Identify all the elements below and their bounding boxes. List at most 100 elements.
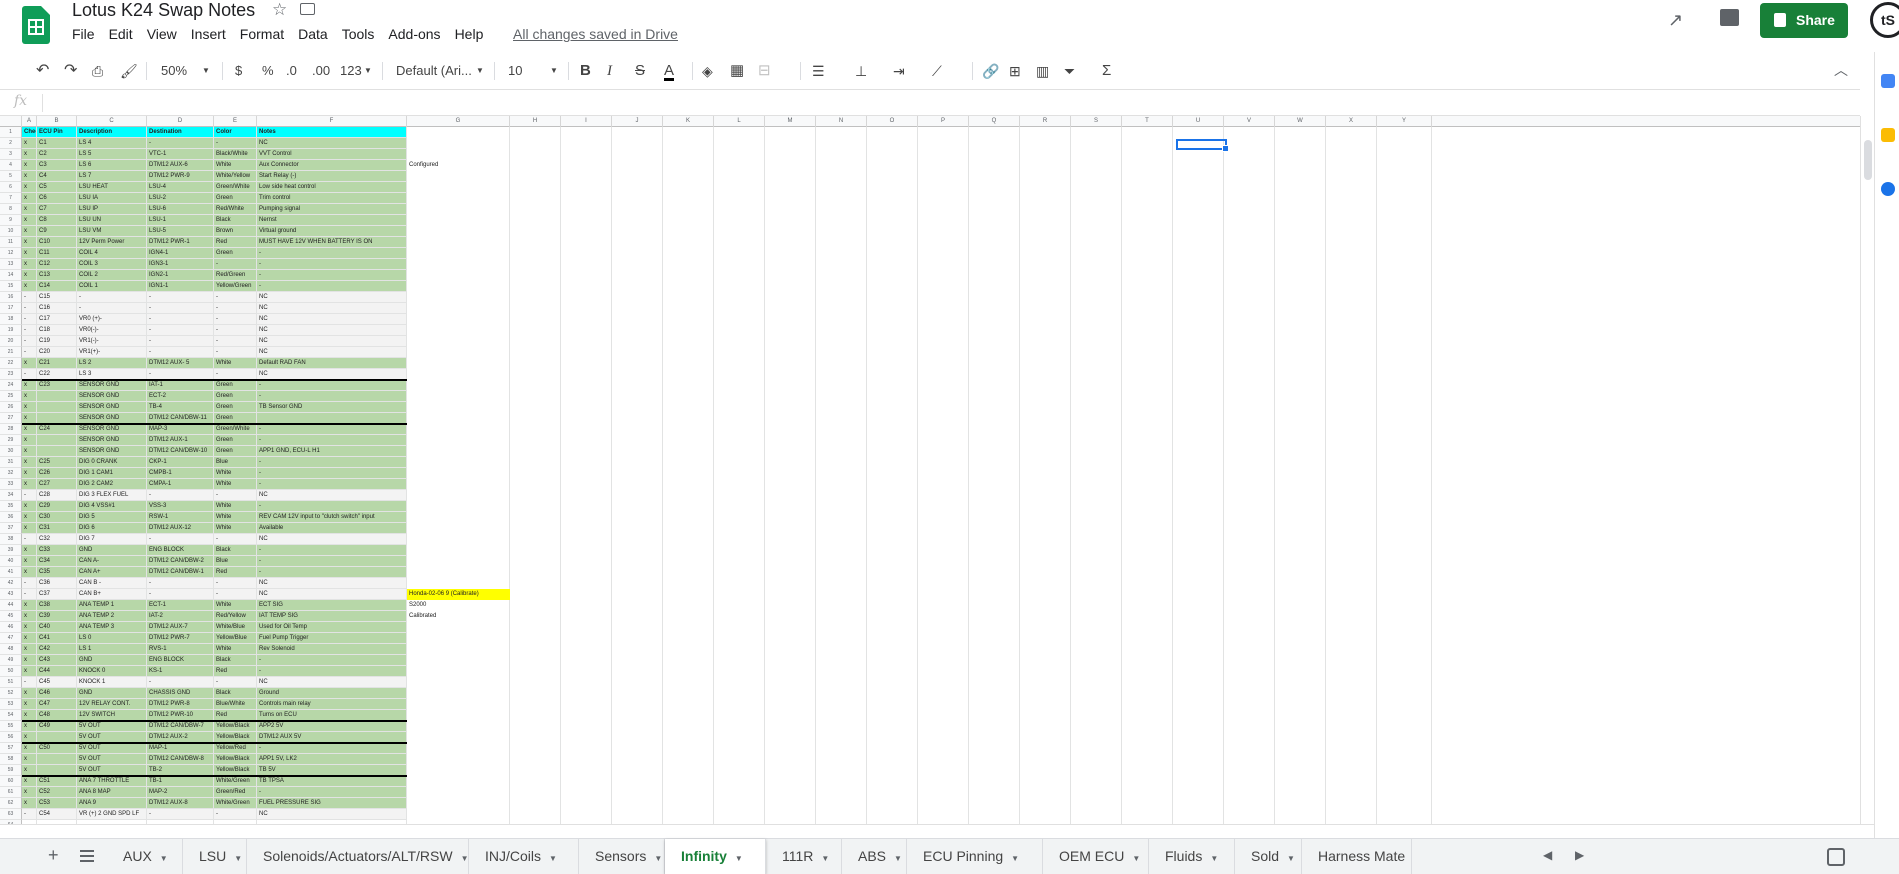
row-number[interactable]: 25 — [0, 391, 22, 402]
table-cell[interactable]: 12V RELAY CONT. — [77, 699, 147, 710]
tab-chevron-down-icon[interactable]: ▼ — [654, 854, 662, 863]
table-cell[interactable]: IAT TEMP SIG — [257, 611, 407, 622]
tab-chevron-down-icon[interactable]: ▼ — [1011, 854, 1019, 863]
table-cell[interactable]: APP1 GND, ECU-L H1 — [257, 446, 407, 457]
table-cell[interactable]: Green — [214, 435, 257, 446]
table-cell[interactable]: - — [214, 336, 257, 347]
row-number[interactable]: 10 — [0, 226, 22, 237]
row-number[interactable]: 21 — [0, 347, 22, 358]
menu-file[interactable]: File — [72, 26, 95, 42]
table-cell[interactable]: IAT-2 — [147, 611, 214, 622]
table-cell[interactable]: C21 — [37, 358, 77, 369]
table-cell[interactable]: C52 — [37, 787, 77, 798]
functions-button[interactable]: Σ — [1102, 61, 1111, 81]
select-all-corner[interactable] — [0, 116, 22, 127]
row-number[interactable]: 15 — [0, 281, 22, 292]
table-cell[interactable]: x — [22, 248, 37, 259]
decrease-decimal-button[interactable]: .0 — [286, 61, 297, 81]
table-cell[interactable]: DIG 7 — [77, 534, 147, 545]
paint-format-icon[interactable]: 🖌 — [120, 61, 138, 81]
table-cell[interactable]: GND — [77, 655, 147, 666]
row-number[interactable]: 1 — [0, 127, 22, 138]
table-cell[interactable]: MAP-2 — [147, 787, 214, 798]
row-number[interactable]: 44 — [0, 600, 22, 611]
row-number[interactable]: 27 — [0, 413, 22, 424]
table-cell[interactable]: ANA 9 — [77, 798, 147, 809]
table-cell[interactable]: - — [257, 479, 407, 490]
table-cell[interactable]: Red/Green — [214, 270, 257, 281]
tab-chevron-down-icon[interactable]: ▼ — [1210, 854, 1218, 863]
table-cell[interactable]: TB-4 — [147, 402, 214, 413]
table-cell[interactable]: DIG 0 CRANK — [77, 457, 147, 468]
vertical-scroll-thumb[interactable] — [1864, 140, 1872, 180]
table-cell[interactable]: Description — [77, 127, 147, 138]
table-cell[interactable]: - — [214, 314, 257, 325]
table-cell[interactable]: - — [214, 138, 257, 149]
table-cell[interactable]: 12V Perm Power — [77, 237, 147, 248]
row-number[interactable]: 30 — [0, 446, 22, 457]
table-cell[interactable]: SENSOR GND — [77, 435, 147, 446]
table-cell[interactable]: C53 — [37, 798, 77, 809]
table-cell[interactable]: Red/Yellow — [214, 611, 257, 622]
table-cell[interactable]: Green — [214, 380, 257, 391]
row-number[interactable]: 32 — [0, 468, 22, 479]
table-cell[interactable]: IGN1-1 — [147, 281, 214, 292]
column-header[interactable]: B — [37, 116, 77, 127]
table-cell[interactable]: x — [22, 666, 37, 677]
table-cell[interactable]: VR0 (+)- — [77, 314, 147, 325]
table-cell[interactable] — [37, 402, 77, 413]
table-cell[interactable]: - — [214, 534, 257, 545]
vertical-align-icon[interactable]: ⊥ — [855, 61, 867, 81]
table-cell[interactable]: LS 4 — [77, 138, 147, 149]
table-cell[interactable]: - — [214, 292, 257, 303]
table-cell[interactable]: - — [22, 589, 37, 600]
table-cell[interactable]: REV CAM 12V input to "clutch switch" inp… — [257, 512, 407, 523]
table-cell[interactable]: ECU Pin — [37, 127, 77, 138]
row-number[interactable]: 63 — [0, 809, 22, 820]
table-cell[interactable]: x — [22, 468, 37, 479]
font-size-chevron-down-icon[interactable]: ▼ — [550, 61, 558, 81]
row-number[interactable]: 17 — [0, 303, 22, 314]
table-cell[interactable]: C25 — [37, 457, 77, 468]
table-cell[interactable]: C23 — [37, 380, 77, 391]
table-cell[interactable]: White — [214, 600, 257, 611]
row-number[interactable]: 22 — [0, 358, 22, 369]
table-cell[interactable]: White — [214, 512, 257, 523]
table-cell[interactable]: Virtual ground — [257, 226, 407, 237]
table-cell[interactable]: x — [22, 688, 37, 699]
table-cell[interactable]: DTM12 AUX-12 — [147, 523, 214, 534]
sheet-tab[interactable]: Harness Mate — [1302, 839, 1412, 874]
table-cell[interactable]: Blue/White — [214, 699, 257, 710]
table-cell[interactable]: - — [147, 303, 214, 314]
table-cell[interactable]: - — [257, 281, 407, 292]
table-cell[interactable]: Green/White — [214, 424, 257, 435]
undo-icon[interactable]: ↶ — [36, 61, 49, 81]
strikethrough-button[interactable]: S — [635, 61, 645, 81]
table-cell[interactable]: - — [22, 809, 37, 820]
account-avatar[interactable]: tS — [1870, 2, 1899, 38]
table-cell[interactable]: DTM12 AUX-1 — [147, 435, 214, 446]
table-cell[interactable]: - — [214, 589, 257, 600]
table-cell[interactable]: C5 — [37, 182, 77, 193]
table-cell[interactable]: TB Sensor GND — [257, 402, 407, 413]
table-cell[interactable]: LSU IP — [77, 204, 147, 215]
horizontal-align-icon[interactable]: ☰ — [812, 61, 825, 81]
table-cell[interactable]: x — [22, 479, 37, 490]
column-header[interactable]: O — [867, 116, 918, 127]
table-cell[interactable]: C37 — [37, 589, 77, 600]
table-cell[interactable]: - — [257, 567, 407, 578]
column-header[interactable]: Y — [1377, 116, 1432, 127]
table-cell[interactable]: DIG 6 — [77, 523, 147, 534]
explore-icon[interactable] — [1827, 848, 1845, 866]
table-cell[interactable]: NC — [257, 578, 407, 589]
table-cell[interactable]: CKP-1 — [147, 457, 214, 468]
table-cell[interactable]: C16 — [37, 303, 77, 314]
table-cell[interactable]: C27 — [37, 479, 77, 490]
table-cell[interactable]: White/Green — [214, 776, 257, 787]
table-cell[interactable]: CAN A+ — [77, 567, 147, 578]
table-cell[interactable]: IGN3-1 — [147, 259, 214, 270]
table-cell[interactable]: - — [147, 336, 214, 347]
table-cell[interactable]: C54 — [37, 809, 77, 820]
row-number[interactable]: 62 — [0, 798, 22, 809]
table-cell[interactable]: Blue — [214, 556, 257, 567]
